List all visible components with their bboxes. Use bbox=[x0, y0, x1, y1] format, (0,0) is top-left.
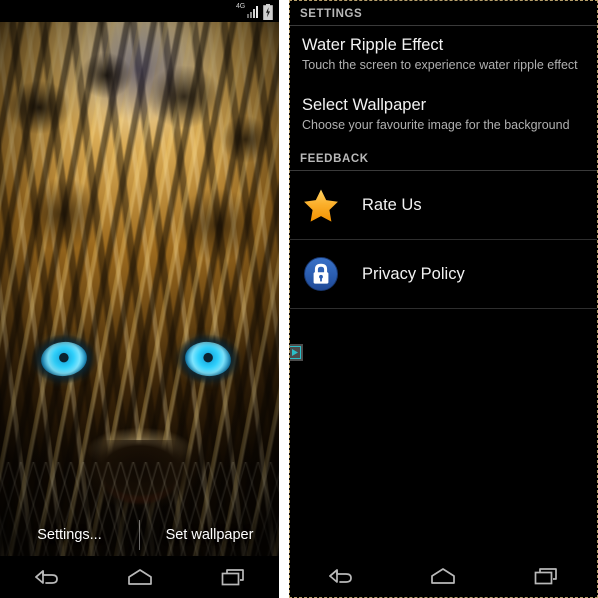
media-play-handle[interactable] bbox=[290, 344, 303, 361]
feedback-row-rate-us[interactable]: Rate Us bbox=[290, 171, 597, 240]
back-button[interactable] bbox=[19, 560, 75, 594]
battery-charging-icon bbox=[263, 4, 273, 21]
back-arrow-icon bbox=[34, 570, 58, 584]
status-bar: 4G bbox=[0, 0, 279, 22]
recent-apps-icon bbox=[221, 569, 244, 586]
settings-list[interactable]: SETTINGS Water Ripple Effect Touch the s… bbox=[290, 1, 597, 555]
signal-bars-glyph bbox=[247, 6, 258, 18]
preference-select-wallpaper[interactable]: Select Wallpaper Choose your favourite i… bbox=[290, 84, 597, 144]
preference-title: Water Ripple Effect bbox=[302, 36, 444, 54]
recents-button[interactable] bbox=[518, 559, 574, 593]
settings-screen: SETTINGS Water Ripple Effect Touch the s… bbox=[289, 0, 598, 598]
set-wallpaper-button[interactable]: Set wallpaper bbox=[140, 514, 279, 556]
back-arrow-icon bbox=[329, 569, 353, 583]
wallpaper-vignette bbox=[0, 22, 279, 556]
screenshot-root: 4G Settings... Set wallpaper SETTINGS Wa… bbox=[0, 0, 598, 598]
back-button[interactable] bbox=[313, 559, 369, 593]
battery-charging-glyph bbox=[263, 4, 273, 21]
recent-apps-icon bbox=[534, 568, 557, 585]
preference-summary: Choose your favourite image for the back… bbox=[302, 118, 570, 132]
home-icon bbox=[127, 569, 152, 585]
status-bar-icons: 4G bbox=[236, 2, 273, 21]
home-button[interactable] bbox=[415, 559, 471, 593]
play-triangle-icon bbox=[290, 346, 301, 359]
star-icon bbox=[302, 186, 340, 224]
lock-glyph bbox=[304, 257, 338, 291]
preference-title: Select Wallpaper bbox=[302, 96, 427, 114]
left-navigation-bar bbox=[0, 556, 279, 598]
home-button[interactable] bbox=[112, 560, 168, 594]
star-glyph bbox=[304, 189, 338, 222]
wallpaper-image[interactable] bbox=[0, 22, 279, 556]
preference-water-ripple-effect[interactable]: Water Ripple Effect Touch the screen to … bbox=[290, 26, 597, 84]
section-header-feedback: FEEDBACK bbox=[290, 144, 597, 171]
feedback-label: Privacy Policy bbox=[362, 264, 465, 283]
home-icon bbox=[431, 568, 456, 584]
feedback-row-privacy-policy[interactable]: Privacy Policy bbox=[290, 240, 597, 309]
recents-button[interactable] bbox=[205, 560, 261, 594]
wallpaper-settings-button[interactable]: Settings... bbox=[0, 514, 139, 556]
right-navigation-bar bbox=[290, 555, 597, 597]
signal-bars-icon: 4G bbox=[236, 3, 258, 20]
preference-summary: Touch the screen to experience water rip… bbox=[302, 58, 578, 72]
lock-icon bbox=[302, 255, 340, 293]
live-wallpaper-preview-screen: 4G Settings... Set wallpaper bbox=[0, 0, 279, 598]
network-type-label: 4G bbox=[236, 3, 245, 10]
wallpaper-action-bar: Settings... Set wallpaper bbox=[0, 514, 279, 556]
feedback-label: Rate Us bbox=[362, 195, 422, 214]
section-header-settings: SETTINGS bbox=[290, 1, 597, 26]
